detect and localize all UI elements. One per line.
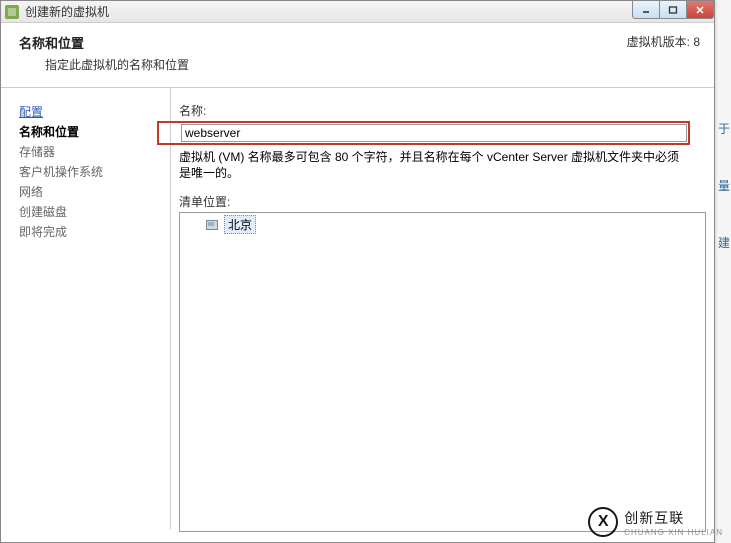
sidebar-item-ready[interactable]: 即将完成	[19, 222, 160, 242]
window-controls	[633, 0, 714, 19]
sidebar-item-network[interactable]: 网络	[19, 182, 160, 202]
page-subtitle: 指定此虚拟机的名称和位置	[19, 56, 189, 73]
titlebar[interactable]: 创建新的虚拟机	[1, 1, 714, 23]
name-help-text: 虚拟机 (VM) 名称最多可包含 80 个字符，并且名称在每个 vCenter …	[179, 149, 706, 181]
title-text: 创建新的虚拟机	[25, 3, 109, 20]
body-area: 配置 名称和位置 存储器 客户机操作系统 网络 创建磁盘 即将完成 名称: 虚拟…	[1, 88, 714, 529]
sidebar-item-name-location[interactable]: 名称和位置	[19, 122, 160, 142]
maximize-button[interactable]	[659, 0, 687, 19]
watermark-logo: X 创新互联 CHUANG XIN HULIAN	[588, 507, 723, 537]
sidebar-item-config[interactable]: 配置	[19, 102, 160, 122]
logo-subtext: CHUANG XIN HULIAN	[624, 528, 723, 537]
content-panel: 名称: 虚拟机 (VM) 名称最多可包含 80 个字符，并且名称在每个 vCen…	[171, 88, 714, 529]
wizard-sidebar: 配置 名称和位置 存储器 客户机操作系统 网络 创建磁盘 即将完成	[1, 88, 171, 529]
name-label: 名称:	[179, 102, 706, 119]
sidebar-item-guest-os[interactable]: 客户机操作系统	[19, 162, 160, 182]
name-highlight-box	[157, 121, 690, 145]
inventory-label: 清单位置:	[179, 193, 706, 210]
side-hints: 于 量 建	[717, 120, 731, 251]
tree-item-label: 北京	[224, 215, 256, 234]
vm-version-label: 虚拟机版本: 8	[627, 33, 700, 73]
app-icon	[5, 5, 19, 19]
side-hint: 建	[718, 234, 730, 251]
logo-text: 创新互联	[624, 510, 684, 526]
inventory-tree[interactable]: 北京	[179, 212, 706, 532]
minimize-button[interactable]	[632, 0, 660, 19]
vm-name-input[interactable]	[181, 124, 687, 142]
dialog-window: 创建新的虚拟机 名称和位置 指定此虚拟机的名称和位置 虚拟机版本: 8 配置 名…	[0, 0, 715, 543]
datacenter-icon	[204, 218, 220, 232]
sidebar-item-storage[interactable]: 存储器	[19, 142, 160, 162]
page-title: 名称和位置	[19, 33, 189, 52]
header-section: 名称和位置 指定此虚拟机的名称和位置 虚拟机版本: 8	[1, 23, 714, 88]
side-hint: 量	[718, 177, 730, 194]
logo-mark: X	[588, 507, 618, 537]
tree-item-datacenter[interactable]: 北京	[180, 213, 705, 236]
close-button[interactable]	[686, 0, 714, 19]
sidebar-item-create-disk[interactable]: 创建磁盘	[19, 202, 160, 222]
side-hint: 于	[718, 120, 730, 137]
header-left: 名称和位置 指定此虚拟机的名称和位置	[19, 33, 189, 73]
